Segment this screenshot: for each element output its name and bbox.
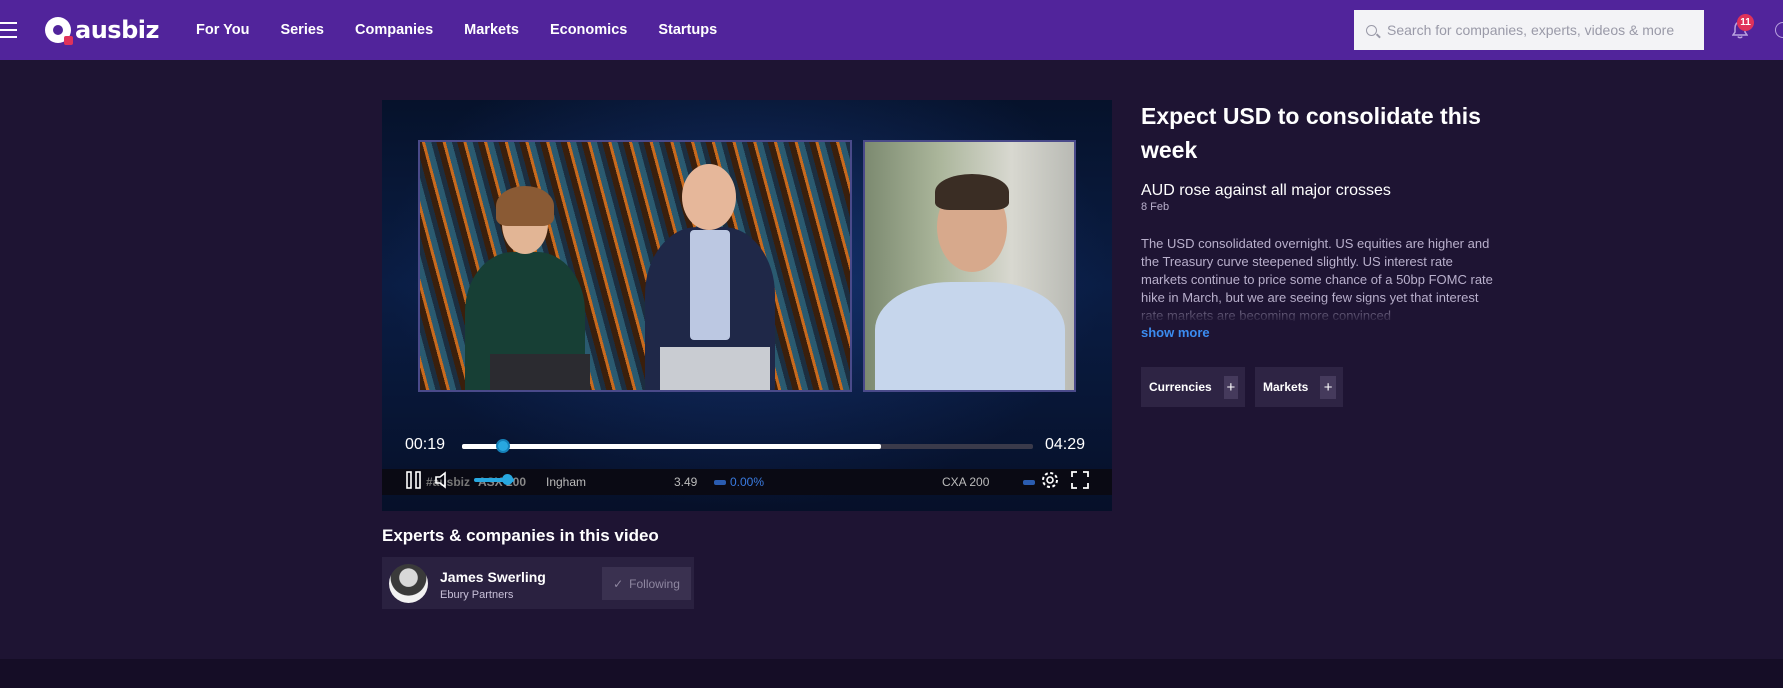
progress-handle[interactable] [495,439,510,453]
plus-icon[interactable]: + [1223,375,1238,399]
progress-buffered [462,444,881,449]
check-icon: ✓ [613,576,624,591]
fullscreen-icon[interactable] [1070,470,1090,490]
tag-currencies[interactable]: Currencies + [1141,367,1245,407]
nav-item-startups[interactable]: Startups [658,22,717,38]
footer-strip [0,659,1783,688]
avatar[interactable] [389,564,428,603]
ticker-change: 0.00% [730,475,765,489]
logo[interactable]: ausbiz [45,14,159,46]
tag-label: Currencies [1149,380,1212,394]
volume-handle[interactable] [502,474,513,485]
tag-markets[interactable]: Markets + [1255,367,1343,407]
volume-icon[interactable] [434,470,454,490]
video-studio-frame [418,140,852,392]
settings-gear-icon[interactable] [1040,470,1060,490]
top-navigation-bar: ausbiz For You Series Companies Markets … [0,0,1783,60]
search-icon [1366,24,1377,36]
tag-label: Markets [1263,380,1309,394]
following-label: Following [629,576,680,591]
duration-time: 04:29 [1045,436,1086,453]
logo-mark-icon [45,17,73,45]
article-subtitle: AUD rose against all major crosses [1141,182,1391,199]
search-box[interactable] [1354,10,1704,50]
search-input[interactable] [1387,22,1687,38]
nav-item-for-you[interactable]: For You [196,22,249,38]
ticker-company: Ingham [546,475,587,489]
nav-item-economics[interactable]: Economics [550,22,627,38]
ticker-index-right: CXA 200 [942,475,990,489]
laptop-right [660,347,770,390]
guest [875,282,1065,390]
guest-hair [935,174,1009,210]
ticker-price: 3.49 [674,475,698,489]
article-date: 8 Feb [1141,201,1170,213]
show-more-link[interactable]: show more [1141,325,1210,340]
plus-icon[interactable]: + [1320,375,1336,399]
nav-item-companies[interactable]: Companies [355,22,433,38]
logo-text: ausbiz [75,16,159,44]
laptop-left [490,354,590,390]
expert-card[interactable]: James Swerling Ebury Partners ✓ Followin… [382,557,694,609]
notification-badge: 11 [1737,14,1754,31]
video-guest-frame [863,140,1076,392]
main-nav: For You Series Companies Markets Economi… [196,0,748,60]
expert-name[interactable]: James Swerling [440,569,546,585]
article-title: Expect USD to consolidate this week [1141,103,1481,163]
video-player[interactable]: 00:19 04:29 #ausbiz ASX 200 Ingham 3.49 … [382,100,1112,511]
news-ticker: #ausbiz ASX 200 Ingham 3.49 0.00% CXA 20… [382,469,1112,495]
current-time: 00:19 [405,436,446,453]
nav-item-series[interactable]: Series [280,22,324,38]
experts-heading: Experts & companies in this video [382,526,659,545]
ticker-change-indicator [714,480,726,485]
presenter-right-shirt [690,230,730,340]
presenter-right-head [682,164,736,230]
ticker-right-indicator [1023,480,1035,485]
presenter-left-hair [496,186,554,226]
description-fade [1141,300,1494,322]
progress-bar[interactable] [462,439,1033,453]
menu-icon[interactable] [0,22,17,38]
expert-company: Ebury Partners [440,589,514,601]
nav-item-markets[interactable]: Markets [464,22,519,38]
following-button[interactable]: ✓ Following [602,567,691,600]
profile-icon[interactable] [1775,22,1783,38]
pause-icon[interactable] [404,470,424,490]
